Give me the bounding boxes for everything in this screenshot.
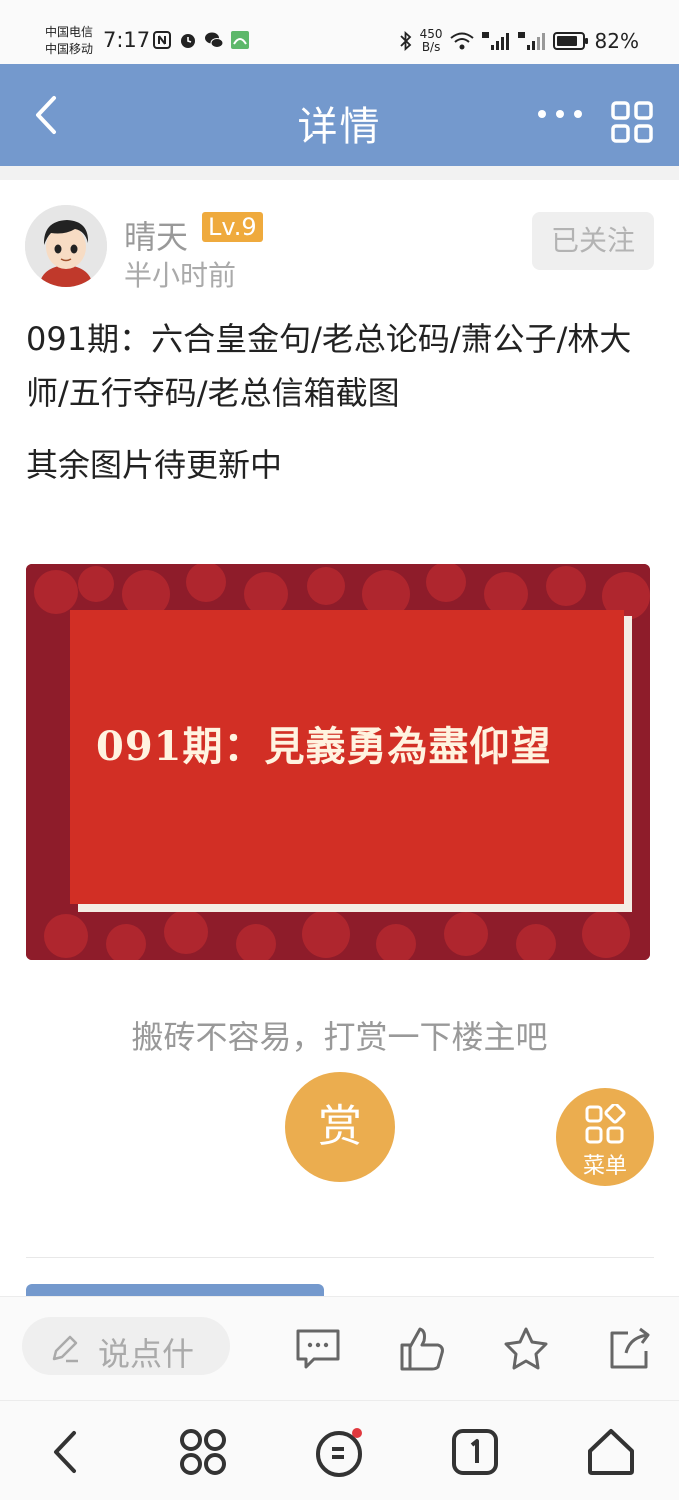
grid-menu-icon[interactable] [610, 100, 654, 144]
post-subtitle: 其余图片待更新中 [26, 446, 283, 484]
home-icon[interactable] [584, 1425, 638, 1479]
image-caption: 091期：見義勇為盡仰望 [96, 723, 552, 770]
reward-button[interactable]: 赏 [285, 1072, 395, 1182]
nfc-icon [153, 31, 171, 49]
reward-prompt: 搬砖不容易，打赏一下楼主吧 [131, 1018, 548, 1056]
nav-back-icon[interactable] [40, 1425, 94, 1479]
wechat-icon [205, 32, 224, 48]
post-image[interactable]: 091期：見義勇為盡仰望 [26, 564, 650, 960]
menu-grid-icon [585, 1104, 626, 1144]
share-icon[interactable] [606, 1325, 654, 1373]
author-name[interactable]: 晴天 [124, 212, 188, 258]
signal-4g-icon [517, 32, 545, 50]
post-title: 091期：六合皇金句/老总论码/萧公子/林大师/五行夺码/老总信箱截图 [26, 320, 632, 412]
network-speed-unit: B/s [421, 40, 441, 54]
like-icon[interactable] [398, 1325, 446, 1373]
section-divider [26, 1257, 654, 1258]
menu-fab[interactable]: 菜单 [556, 1088, 654, 1186]
app-switcher-icon[interactable] [176, 1425, 230, 1479]
menu-fab-label: 菜单 [582, 1154, 627, 1179]
signal-5g-icon [481, 32, 509, 50]
carrier-1: 中国电信 [45, 25, 94, 39]
system-status: 450 B/s 82% [398, 28, 639, 54]
action-bar: 说点什 [0, 1296, 679, 1400]
comment-placeholder: 说点什 [98, 1335, 195, 1373]
status-bar: 中国电信 中国移动 7:17 450 B/s 82% [0, 0, 679, 64]
message-icon[interactable] [312, 1425, 366, 1479]
level-badge: Lv.9 [202, 212, 263, 242]
nav-header: 详情 [0, 64, 679, 166]
header-separator [0, 166, 679, 180]
comment-input[interactable]: 说点什 [22, 1317, 230, 1375]
carrier-2: 中国移动 [45, 42, 94, 56]
battery-icon [552, 32, 588, 50]
carrier-info: 中国电信 中国移动 [45, 24, 93, 58]
comment-tab-indicator [26, 1284, 324, 1296]
alarm-icon [181, 34, 195, 48]
battery-percent: 82% [594, 29, 639, 53]
favorite-star-icon[interactable] [502, 1325, 550, 1373]
avatar-image [25, 205, 107, 287]
clock: 7:17 [103, 28, 151, 52]
tabs-icon[interactable] [448, 1425, 502, 1479]
notification-icons [152, 30, 250, 50]
bluetooth-icon [400, 30, 411, 52]
comment-icon[interactable] [294, 1325, 342, 1373]
app-icon [231, 31, 249, 49]
avatar[interactable] [25, 205, 107, 287]
wifi-icon [449, 32, 474, 50]
system-nav-bar [0, 1400, 679, 1500]
network-speed: 450 B/s [420, 28, 443, 54]
post-time: 半小时前 [124, 259, 237, 292]
more-icon[interactable] [536, 104, 584, 124]
follow-button[interactable]: 已关注 [532, 212, 654, 270]
pen-icon [52, 1335, 78, 1363]
